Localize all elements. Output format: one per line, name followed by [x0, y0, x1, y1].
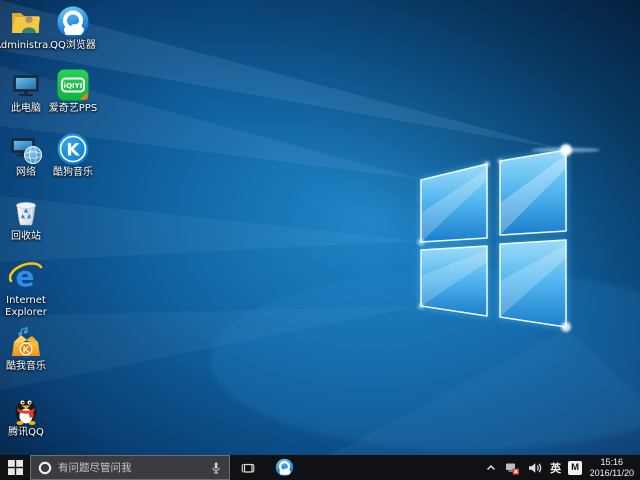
ime-language-button[interactable]: 英	[547, 455, 565, 480]
desktop-icon-label: Internet Explorer	[0, 295, 52, 319]
desktop-icon-label: 此电脑	[11, 103, 41, 115]
windows-logo-icon	[8, 460, 23, 475]
desktop-icon-administrator[interactable]: Administra...	[0, 5, 52, 52]
taskbar-search-box[interactable]: 有问题尽管问我	[30, 455, 230, 480]
network-icon	[9, 132, 43, 166]
qq-browser-taskbar-icon	[275, 458, 294, 477]
network-status-button[interactable]	[501, 455, 524, 480]
kugou-k-glyph: K	[66, 141, 80, 161]
ime-mode-button[interactable]: M	[565, 455, 586, 480]
chevron-up-icon	[485, 462, 497, 474]
volume-button[interactable]	[524, 455, 547, 480]
desktop-icon-recycle-bin[interactable]: 回收站	[0, 196, 52, 243]
task-view-icon	[240, 460, 256, 476]
kuwo-music-icon: K	[9, 326, 43, 360]
computer-icon	[9, 68, 43, 102]
network-disconnected-icon	[504, 460, 520, 476]
qq-penguin-icon	[9, 392, 43, 426]
taskbar: 有问题尽管问我	[0, 455, 640, 480]
user-folder-icon	[9, 5, 43, 39]
task-view-button[interactable]	[230, 455, 266, 480]
cortana-icon	[38, 461, 52, 475]
recycle-bin-icon	[9, 196, 43, 230]
desktop-icon-qq-browser[interactable]: QQ浏览器	[47, 5, 99, 52]
taskbar-qq-browser-button[interactable]	[266, 455, 302, 480]
ime-mode-badge: M	[568, 461, 582, 475]
speaker-icon	[527, 460, 543, 476]
tray-expand-button[interactable]	[482, 455, 501, 480]
desktop-icon-iqiyi-pps[interactable]: iQIYI 爱奇艺PPS	[47, 68, 99, 115]
desktop-icon-label: 回收站	[11, 231, 41, 243]
search-placeholder: 有问题尽管问我	[58, 460, 204, 475]
iqiyi-icon: iQIYI	[56, 68, 90, 102]
desktop-icon-tencent-qq[interactable]: 腾讯QQ	[0, 392, 52, 439]
desktop-icon-internet-explorer[interactable]: e Internet Explorer	[0, 260, 52, 319]
internet-explorer-icon: e	[9, 260, 43, 294]
microphone-icon[interactable]	[210, 460, 222, 476]
kuwo-k-glyph: K	[23, 346, 31, 356]
clock[interactable]: 15:16 2016/11/20	[586, 455, 640, 480]
desktop-icon-kugou-music[interactable]: K 酷狗音乐	[47, 132, 99, 179]
system-tray: 英 M 15:16 2016/11/20	[482, 455, 640, 480]
qq-browser-icon	[56, 5, 90, 39]
start-button[interactable]	[0, 455, 30, 480]
desktop-icon-network[interactable]: 网络	[0, 132, 52, 179]
clock-time: 15:16	[601, 457, 624, 468]
iqiyi-wordmark: iQIYI	[64, 82, 83, 90]
desktop-icon-label: QQ浏览器	[50, 40, 96, 52]
desktop-icon-label: 腾讯QQ	[8, 427, 44, 439]
desktop-icon-label: 爱奇艺PPS	[49, 103, 97, 115]
clock-date: 2016/11/20	[590, 468, 634, 479]
ime-language-indicator: 英	[550, 460, 561, 476]
desktop-icon-this-pc[interactable]: 此电脑	[0, 68, 52, 115]
kugou-music-icon: K	[56, 132, 90, 166]
desktop-icon-label: 酷我音乐	[6, 361, 46, 373]
desktop-icon-kuwo-music[interactable]: K 酷我音乐	[0, 326, 52, 373]
desktop-icon-label: 网络	[16, 167, 36, 179]
desktop-icon-label: 酷狗音乐	[53, 167, 93, 179]
